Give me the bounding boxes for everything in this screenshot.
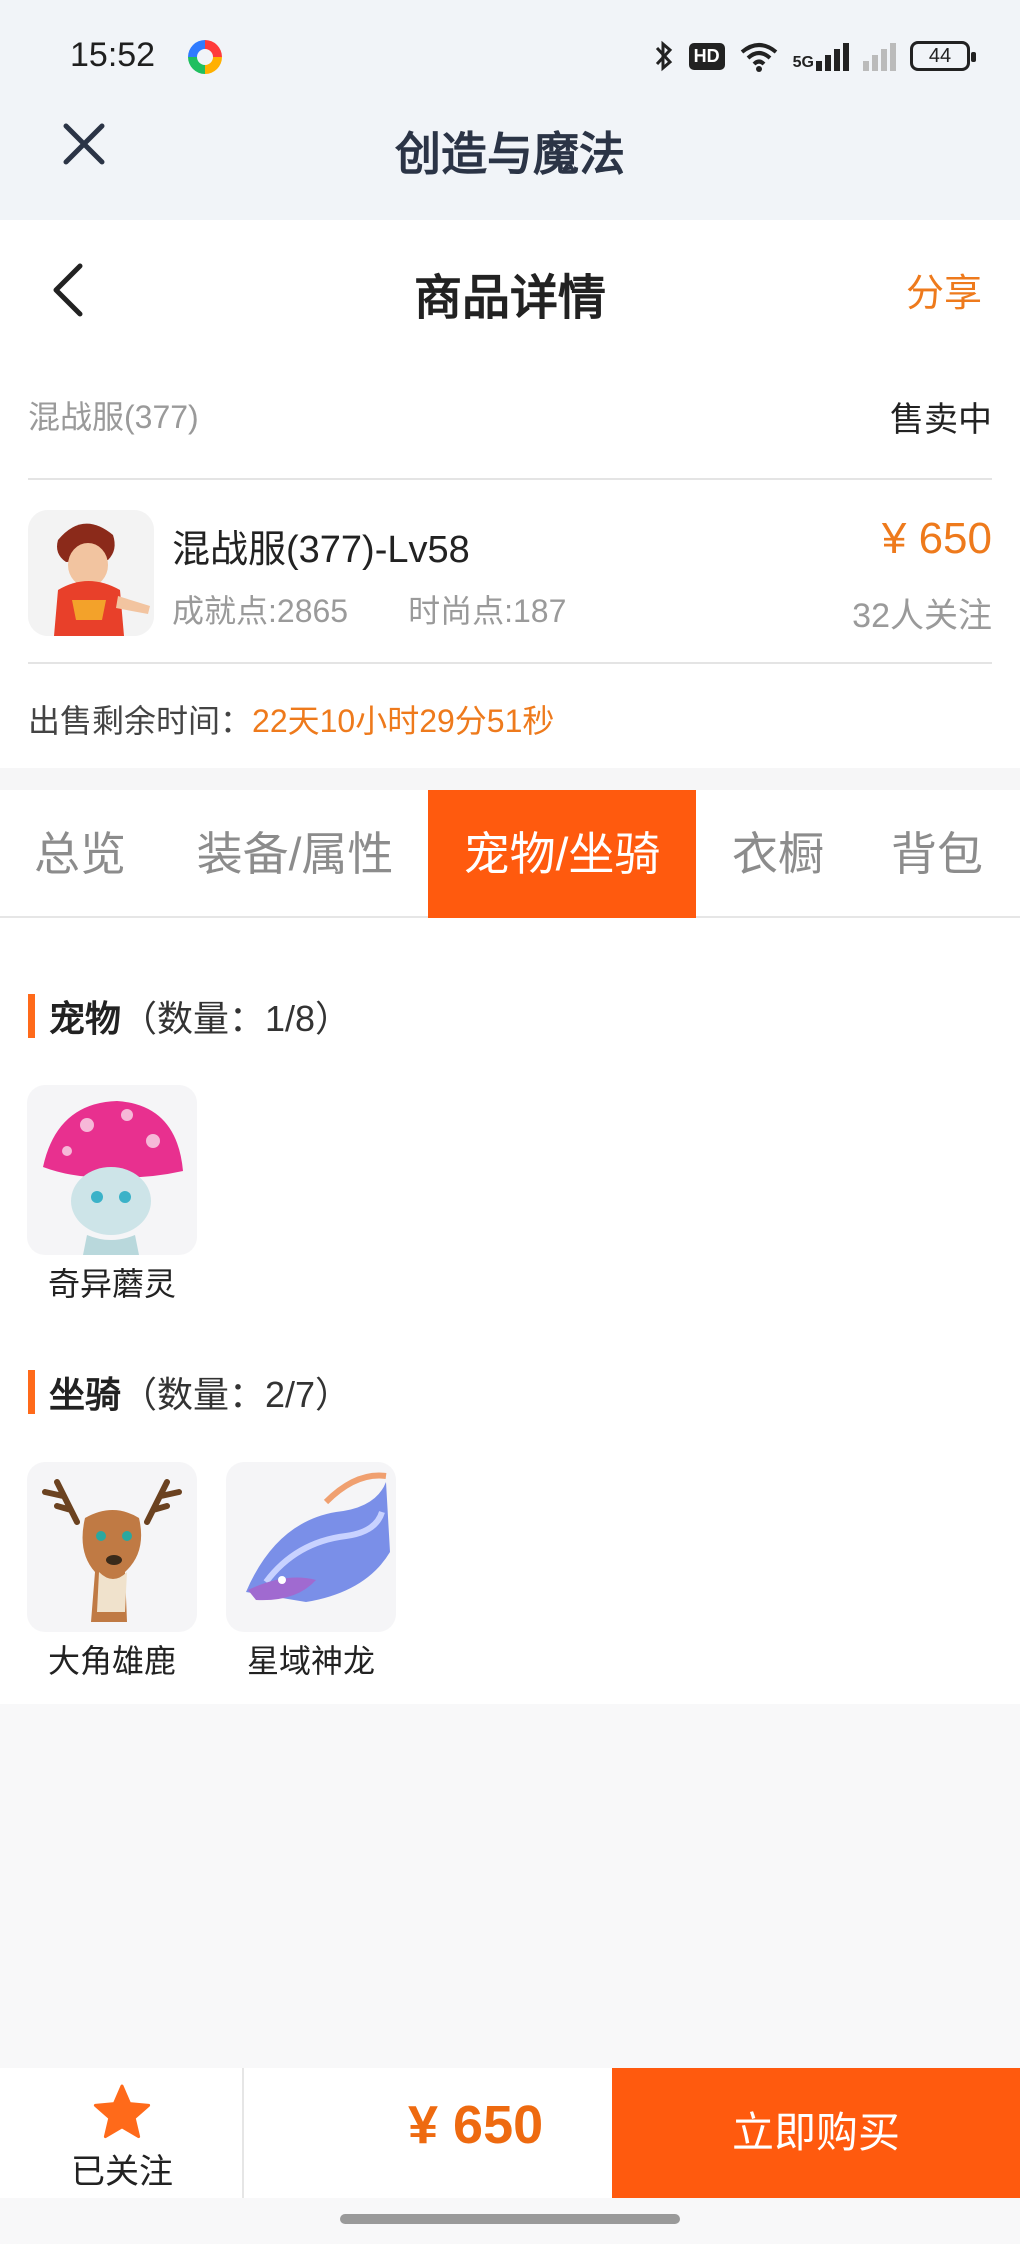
bottom-action-bar: 已关注 ¥ 650 立即购买	[0, 2068, 1020, 2198]
remaining-time-value: 22天10小时29分51秒	[252, 703, 555, 739]
buy-now-button[interactable]: 立即购买	[612, 2068, 1020, 2198]
mounts-title: 坐骑	[49, 1374, 122, 1415]
status-time: 15:52	[70, 36, 156, 74]
section-marker	[28, 1370, 35, 1414]
bluetooth-icon	[655, 40, 672, 72]
page-title: 商品详情	[413, 272, 606, 325]
mounts-count: （数量：2/7）	[121, 1374, 352, 1415]
mount-thumbnail	[226, 1462, 396, 1632]
tab-wardrobe[interactable]: 衣橱	[704, 790, 852, 918]
bottom-price: ¥ 650	[408, 2095, 544, 2155]
divider	[242, 2068, 244, 2198]
tab-overview[interactable]: 总览	[0, 790, 160, 918]
mount-card[interactable]: 星域神龙	[226, 1462, 396, 1682]
server-row: 混战服(377) 售卖中	[28, 392, 992, 452]
follow-label: 已关注	[71, 2153, 173, 2191]
divider	[28, 478, 992, 480]
listing-summary[interactable]: 混战服(377)-Lv58 成就点:2865 时尚点:187 ¥ 650 32人…	[28, 510, 992, 650]
mount-name: 星域神龙	[246, 1643, 375, 1679]
remaining-time: 出售剩余时间：22天10小时29分51秒	[28, 696, 554, 742]
achievement-points: 成就点:2865	[172, 593, 349, 629]
main-content: 商品详情 分享 混战服(377) 售卖中 混战服(377)-Lv58 成就点:2…	[0, 220, 1020, 1704]
item-points: 成就点:2865 时尚点:187	[172, 586, 566, 632]
share-button[interactable]: 分享	[906, 262, 982, 317]
signal-secondary-icon	[863, 41, 896, 71]
section-gap	[0, 768, 1020, 790]
tab-equipment[interactable]: 装备/属性	[170, 790, 420, 918]
page-nav: 商品详情 分享	[0, 220, 1020, 350]
item-price: ¥ 650	[881, 514, 992, 563]
star-icon	[93, 2084, 151, 2139]
follower-count: 32人关注	[852, 597, 992, 635]
detail-tabs: 总览 装备/属性 宠物/坐骑 衣橱 背包	[0, 790, 1020, 918]
pets-count: （数量：1/8）	[121, 998, 352, 1039]
signal-icon: 5G	[793, 41, 849, 71]
mounts-section-title: 坐骑 （数量：2/7）	[28, 1366, 351, 1418]
home-indicator[interactable]	[340, 2214, 680, 2224]
status-icons: HD 5G 44	[653, 36, 976, 76]
pet-thumbnail	[27, 1085, 197, 1255]
character-avatar	[28, 510, 154, 636]
pets-title: 宠物	[49, 998, 122, 1039]
hd-badge: HD	[688, 42, 725, 70]
item-name: 混战服(377)-Lv58	[172, 529, 470, 571]
section-marker	[28, 994, 35, 1038]
mount-card[interactable]: 大角雄鹿	[27, 1462, 197, 1682]
tab-pets-mounts[interactable]: 宠物/坐骑	[428, 790, 696, 918]
divider	[28, 662, 992, 664]
tab-backpack[interactable]: 背包	[862, 790, 1012, 918]
top-bar: 15:52 HD 5G 44 创造与魔法	[0, 0, 1020, 220]
wifi-icon	[740, 43, 777, 72]
mount-name: 大角雄鹿	[47, 1643, 176, 1679]
app-notification-icon	[188, 40, 222, 74]
sale-status: 售卖中	[890, 401, 992, 439]
battery-icon: 44	[910, 41, 976, 71]
pet-name: 奇异蘑灵	[47, 1266, 176, 1302]
fashion-points: 时尚点:187	[408, 593, 567, 629]
pet-card[interactable]: 奇异蘑灵	[27, 1085, 197, 1305]
app-title: 创造与魔法	[395, 128, 625, 180]
network-type: 5G	[792, 54, 814, 71]
server-name: 混战服(377)	[28, 399, 199, 435]
remaining-time-label: 出售剩余时间：	[28, 703, 253, 739]
pets-section-title: 宠物 （数量：1/8）	[28, 990, 351, 1042]
follow-button[interactable]: 已关注	[0, 2068, 244, 2198]
mount-thumbnail	[27, 1462, 197, 1632]
